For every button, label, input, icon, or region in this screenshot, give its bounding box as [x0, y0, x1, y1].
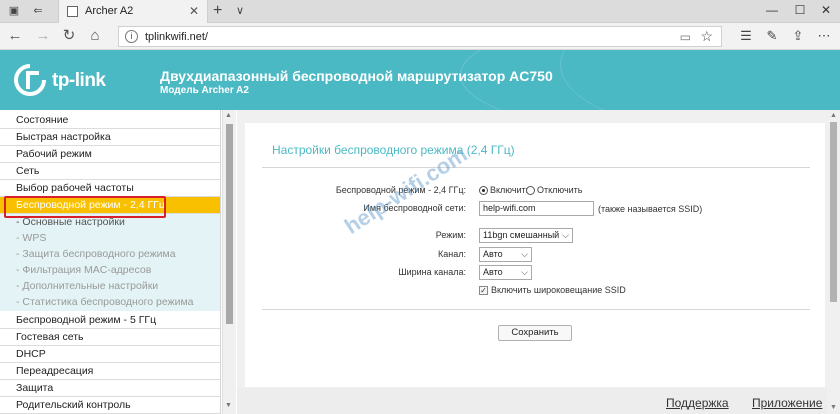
support-link[interactable]: Поддержка — [666, 396, 729, 410]
back-arrow-icon[interactable]: ← — [6, 27, 24, 45]
chevron-down-icon: ⌵ — [562, 230, 569, 240]
sidebar-item[interactable]: Состояние — [0, 112, 220, 129]
sidebar-scrollbar[interactable]: ▲ ▼ — [222, 110, 236, 414]
sidebar-item[interactable]: Рабочий режим — [0, 146, 220, 163]
sidebar-item[interactable]: Беспроводной режим - 5 ГГц — [0, 312, 220, 329]
logo-text: tp-link — [52, 70, 106, 91]
chevron-down-icon: ⌵ — [521, 249, 528, 259]
router-header: tp-link Двухдиапазонный беспроводной мар… — [0, 50, 840, 110]
share-icon[interactable]: ⇪ — [790, 28, 806, 44]
url-field[interactable]: i tplinkwifi.net/ ▭ ☆ — [118, 26, 722, 47]
site-info-icon[interactable]: i — [125, 30, 138, 43]
sidebar-item[interactable]: - WPS — [0, 230, 220, 247]
refresh-icon[interactable]: ↻ — [60, 27, 78, 45]
sidebar-item[interactable]: - Дополнительные настройки — [0, 278, 220, 295]
favorites-list-icon[interactable]: ☰ — [738, 28, 754, 44]
channel-select-value: Авто — [483, 249, 503, 259]
close-window-icon[interactable]: ✕ — [818, 3, 834, 17]
sidebar-item[interactable]: Выбор рабочей частоты — [0, 180, 220, 197]
radio-enable-label[interactable]: Включить — [490, 185, 530, 195]
ssid-input[interactable]: help-wifi.com — [479, 201, 594, 216]
main-scroll-thumb[interactable] — [830, 122, 837, 302]
model-name: Модель Archer A2 — [160, 85, 249, 96]
channel-width-label: Ширина канала: — [398, 267, 466, 277]
pen-icon[interactable]: ✎ — [764, 28, 780, 44]
radio-disable-label[interactable]: Отключить — [537, 185, 583, 195]
browser-address-bar: ← → ↻ ⌂ i tplinkwifi.net/ ▭ ☆ ☰ ✎ ⇪ ⋯ — [0, 23, 840, 50]
tab-list-chevron-icon[interactable]: ∨ — [236, 4, 244, 17]
sidebar-menu: Состояние Быстрая настройка Рабочий режим С… — [0, 110, 221, 414]
page-title: Двухдиапазонный беспроводной маршрутизат… — [160, 68, 553, 84]
radio-enable[interactable] — [479, 186, 488, 195]
url-text[interactable]: tplinkwifi.net/ — [145, 31, 208, 43]
channel-label: Канал: — [438, 249, 466, 259]
sidebar-item[interactable]: DHCP — [0, 346, 220, 363]
sidebar-item[interactable]: Родительский контроль — [0, 397, 220, 414]
sidebar-item[interactable]: - Защита беспроводного режима — [0, 246, 220, 263]
ssid-hint: (также называется SSID) — [598, 204, 703, 214]
page-favicon-icon — [67, 6, 78, 17]
sidebar-item[interactable]: Переадресация — [0, 363, 220, 380]
ssid-broadcast-label[interactable]: Включить широковещание SSID — [491, 285, 626, 295]
header-decoration — [560, 50, 840, 110]
maximize-icon[interactable]: ☐ — [792, 3, 808, 17]
mode-select-value: 11bgn смешанный — [483, 230, 560, 240]
scroll-down-icon[interactable]: ▼ — [830, 404, 837, 411]
scroll-down-icon[interactable]: ▼ — [225, 402, 232, 409]
divider — [262, 309, 810, 310]
new-tab-icon[interactable]: + — [213, 2, 222, 20]
highlight-box — [4, 196, 166, 218]
mode-select[interactable]: 11bgn смешанный ⌵ — [479, 228, 573, 243]
sidebar-scroll-thumb[interactable] — [226, 124, 233, 324]
close-tab-icon[interactable]: ✕ — [189, 4, 199, 18]
sidebar-item[interactable]: Сеть — [0, 163, 220, 180]
tab-preview-icon[interactable]: ⇐ — [30, 4, 46, 18]
channel-width-select[interactable]: Авто ⌵ — [479, 265, 532, 280]
divider — [262, 167, 810, 168]
favorite-star-icon[interactable]: ☆ — [700, 28, 713, 45]
chevron-down-icon: ⌵ — [521, 267, 528, 277]
sidebar-item[interactable]: Защита — [0, 380, 220, 397]
tab-actions-icon[interactable]: ▣ — [6, 4, 22, 18]
sidebar-item[interactable]: - Статистика беспроводного режима — [0, 294, 220, 311]
scroll-up-icon[interactable]: ▲ — [225, 112, 232, 119]
browser-tab-bar: ▣ ⇐ Archer A2 ✕ + ∨ — ☐ ✕ — [0, 0, 840, 23]
channel-select[interactable]: Авто ⌵ — [479, 247, 532, 262]
save-button[interactable]: Сохранить — [498, 325, 572, 341]
app-link[interactable]: Приложение — [752, 396, 822, 410]
browser-tab[interactable]: Archer A2 ✕ — [58, 0, 208, 23]
radio-disable[interactable] — [526, 186, 535, 195]
footer-bar — [237, 388, 827, 414]
tp-link-logo-icon — [14, 64, 46, 96]
tab-title: Archer A2 — [85, 5, 134, 17]
reading-view-icon[interactable]: ▭ — [680, 30, 691, 44]
ssid-broadcast-checkbox[interactable]: ✓ — [479, 286, 488, 295]
main-scrollbar[interactable]: ▲ ▼ — [827, 110, 840, 414]
sidebar-item[interactable]: Гостевая сеть — [0, 329, 220, 346]
more-menu-icon[interactable]: ⋯ — [816, 28, 832, 44]
forward-arrow-icon[interactable]: → — [34, 27, 52, 45]
sidebar-item[interactable]: - Фильтрация MAC-адресов — [0, 262, 220, 279]
scroll-up-icon[interactable]: ▲ — [830, 112, 837, 119]
home-icon[interactable]: ⌂ — [86, 27, 104, 45]
sidebar-item[interactable]: Быстрая настройка — [0, 129, 220, 146]
minimize-icon[interactable]: — — [764, 3, 780, 17]
channel-width-select-value: Авто — [483, 267, 503, 277]
